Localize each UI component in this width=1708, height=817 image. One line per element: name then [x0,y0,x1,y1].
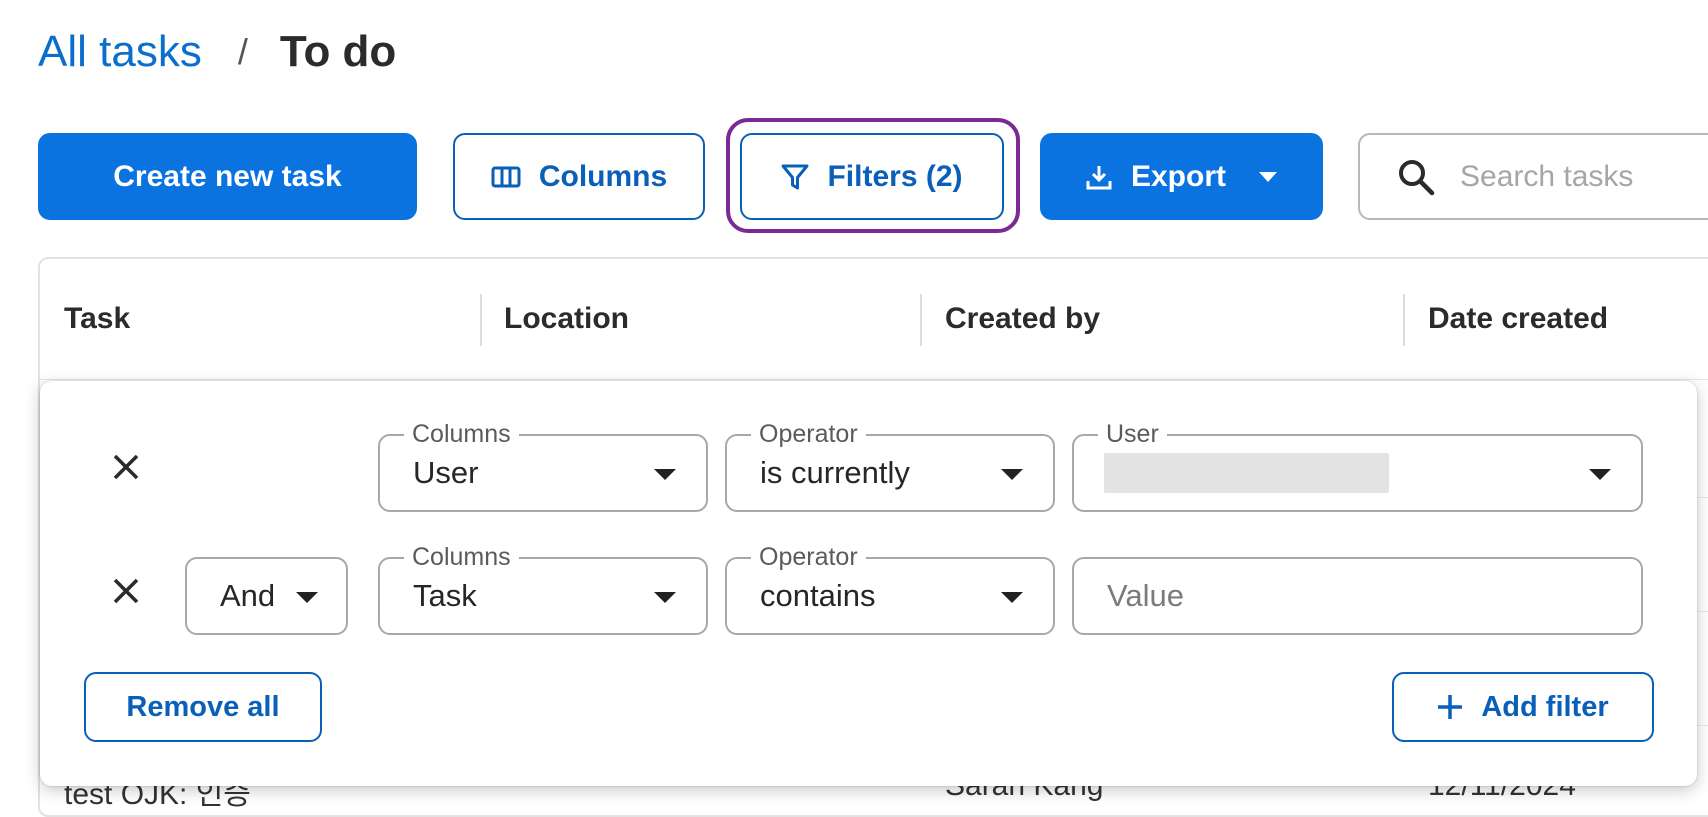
export-label: Export [1130,159,1226,193]
filters-label: Filters (2) [827,159,963,193]
column-divider[interactable] [1403,294,1405,346]
remove-all-button[interactable]: Remove all [84,672,322,742]
breadcrumb-separator: / [237,31,248,72]
columns-select[interactable]: Columns Task [378,543,708,635]
chevron-down-icon [1001,592,1023,603]
chevron-down-icon [654,592,676,603]
remove-all-label: Remove all [126,690,280,723]
search-input[interactable]: Search tasks [1358,133,1708,220]
columns-select-value: User [413,455,479,490]
header-divider [40,379,1708,380]
header-date-created[interactable]: Date created [1428,259,1608,379]
create-task-button[interactable]: Create new task [38,133,417,220]
remove-filter-button[interactable] [106,571,146,611]
logic-operator-value: And [220,578,276,613]
breadcrumb-all-tasks[interactable]: All tasks [38,27,202,77]
operator-select-label: Operator [751,420,866,448]
columns-select-value: Task [413,578,477,613]
remove-filter-button[interactable] [106,447,146,487]
columns-select[interactable]: Columns User [378,420,708,512]
plus-icon [1437,694,1463,720]
search-placeholder: Search tasks [1460,159,1634,193]
header-location[interactable]: Location [504,259,629,379]
close-icon [113,578,139,604]
chevron-down-icon [1001,469,1023,480]
columns-label: Columns [538,159,668,193]
columns-icon [491,166,521,188]
header-task[interactable]: Task [64,259,130,379]
operator-select[interactable]: Operator contains [725,543,1055,635]
search-icon [1396,157,1436,197]
operator-select-label: Operator [751,543,866,571]
add-filter-label: Add filter [1481,690,1609,723]
add-filter-button[interactable]: Add filter [1392,672,1654,742]
create-task-label: Create new task [113,159,342,193]
chevron-down-icon [654,469,676,480]
download-icon [1085,163,1113,191]
user-select-label: User [1098,420,1167,448]
filters-button[interactable]: Filters (2) [740,133,1004,220]
operator-select-value: is currently [760,455,910,490]
value-input[interactable]: Value [1072,557,1643,635]
columns-button[interactable]: Columns [453,133,705,220]
page-title: To do [279,27,397,76]
user-select[interactable]: User [1072,420,1643,512]
filter-panel: Columns User Operator is currently User … [40,381,1697,786]
chevron-down-icon [1258,171,1278,183]
columns-select-label: Columns [404,543,519,571]
operator-select-value: contains [760,578,876,613]
header-created-by[interactable]: Created by [945,259,1100,379]
close-icon [113,454,139,480]
redacted-user-value [1104,453,1389,493]
filter-icon [781,163,809,191]
chevron-down-icon [296,592,318,603]
chevron-down-icon [1589,469,1611,480]
logic-operator-select[interactable]: And [185,557,348,635]
value-placeholder: Value [1107,578,1184,613]
export-button[interactable]: Export [1040,133,1323,220]
column-divider[interactable] [920,294,922,346]
columns-select-label: Columns [404,420,519,448]
operator-select[interactable]: Operator is currently [725,420,1055,512]
breadcrumb: All tasks / To do [38,22,396,82]
column-divider[interactable] [480,294,482,346]
